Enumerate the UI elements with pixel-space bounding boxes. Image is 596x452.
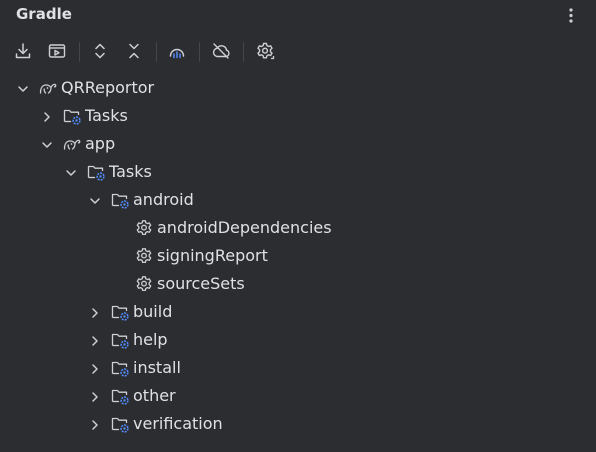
more-options-button[interactable] (558, 3, 584, 27)
tree-node-label: Tasks (109, 162, 152, 181)
tree-node-label: build (133, 302, 173, 321)
tree-node-source-sets[interactable]: sourceSets (0, 270, 596, 298)
tree-node-label: android (133, 190, 194, 209)
task-folder-icon (110, 302, 130, 322)
task-gear-icon (134, 274, 154, 294)
chevron-right-icon[interactable] (40, 109, 54, 123)
chevron-right-icon[interactable] (88, 333, 102, 347)
tree-node-android-dependencies[interactable]: androidDependencies (0, 214, 596, 242)
analyze-dependencies-icon (169, 48, 185, 59)
chevron-right-icon[interactable] (88, 361, 102, 375)
tree-node-label: other (133, 386, 176, 405)
chevron-down-icon[interactable] (16, 81, 30, 95)
gradle-tool-window: Gradle QRReportor Tasks app Tasks androi… (0, 0, 596, 452)
gradle-settings-button[interactable] (252, 38, 278, 64)
chevron-down-icon[interactable] (40, 137, 54, 151)
tree-node-label: QRReportor (61, 78, 155, 97)
expand-all-button[interactable] (87, 38, 113, 64)
chevron-down-icon[interactable] (64, 165, 78, 179)
tree-node-label: verification (133, 414, 223, 433)
tree-node-install[interactable]: install (0, 354, 596, 382)
task-folder-icon (110, 358, 130, 378)
toolbar-separator (199, 42, 200, 62)
chevron-right-icon[interactable] (88, 305, 102, 319)
download-sources-icon (15, 43, 31, 59)
tree-node-label: signingReport (157, 246, 268, 265)
task-gear-icon (134, 218, 154, 238)
tree-node-label: Tasks (85, 106, 128, 125)
gradle-elephant-icon (38, 78, 58, 98)
chevron-right-icon[interactable] (88, 389, 102, 403)
tree-node-app[interactable]: app (0, 130, 596, 158)
task-folder-icon (110, 330, 130, 350)
tree-node-help[interactable]: help (0, 326, 596, 354)
chevron-down-icon[interactable] (88, 193, 102, 207)
task-folder-icon (62, 106, 82, 126)
task-folder-icon (110, 414, 130, 434)
tree-node-tasks[interactable]: Tasks (0, 158, 596, 186)
gradle-settings-icon (257, 42, 275, 60)
tree-node-verification[interactable]: verification (0, 410, 596, 438)
tree-node-label: sourceSets (157, 274, 245, 293)
expand-all-icon (95, 43, 105, 59)
gradle-project-tree: QRReportor Tasks app Tasks android androidDep… (0, 74, 596, 438)
toolbar-separator (243, 42, 244, 62)
tree-node-label: app (85, 134, 116, 153)
run-task-icon (48, 44, 66, 58)
tree-node-android[interactable]: android (0, 186, 596, 214)
download-sources-button[interactable] (10, 38, 36, 64)
tree-node-label: androidDependencies (157, 218, 332, 237)
toolbar-separator (156, 42, 157, 62)
collapse-all-button[interactable] (121, 38, 147, 64)
analyze-dependencies-button[interactable] (164, 38, 190, 64)
task-folder-icon (86, 162, 106, 182)
tree-node-signing-report[interactable]: signingReport (0, 242, 596, 270)
tool-window-header: Gradle (0, 0, 596, 30)
tree-node-tasks[interactable]: Tasks (0, 102, 596, 130)
gradle-elephant-icon (62, 134, 82, 154)
task-gear-icon (134, 246, 154, 266)
tree-node-label: help (133, 330, 168, 349)
task-folder-icon (110, 386, 130, 406)
toolbar-separator (79, 42, 80, 62)
gradle-toolbar (0, 36, 596, 68)
run-task-button[interactable] (44, 38, 70, 64)
tree-node-other[interactable]: other (0, 382, 596, 410)
tool-window-title: Gradle (16, 5, 72, 23)
collapse-all-icon (129, 43, 139, 59)
more-vertical-icon (569, 8, 573, 23)
toggle-offline-mode-button[interactable] (208, 38, 234, 64)
tree-node-label: install (133, 358, 181, 377)
offline-mode-icon (212, 43, 230, 59)
task-folder-icon (110, 190, 130, 210)
tree-node-build[interactable]: build (0, 298, 596, 326)
chevron-right-icon[interactable] (88, 417, 102, 431)
tree-node-qrreportor[interactable]: QRReportor (0, 74, 596, 102)
